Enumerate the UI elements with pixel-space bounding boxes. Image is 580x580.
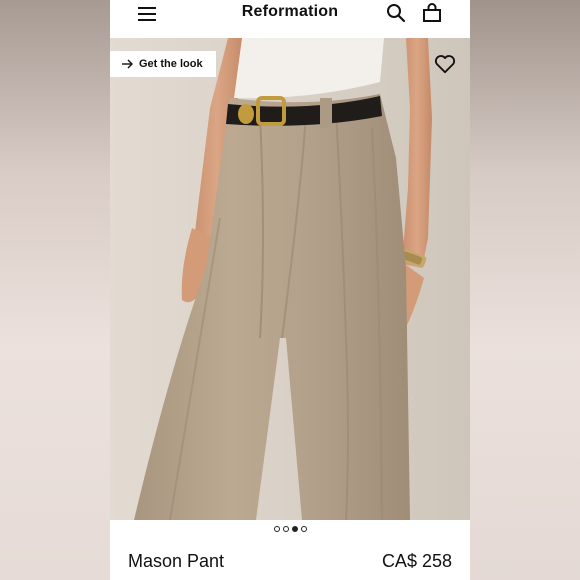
arrow-right-icon — [122, 59, 133, 69]
get-the-look-button[interactable]: Get the look — [110, 51, 216, 77]
carousel-dot[interactable] — [273, 526, 280, 532]
product-photo — [110, 38, 470, 520]
carousel-dot[interactable] — [282, 526, 289, 532]
product-price: CA$ 258 — [381, 551, 452, 571]
backdrop-right — [470, 0, 580, 580]
top-nav-bar: Reformation — [110, 0, 470, 38]
backdrop-left — [0, 0, 110, 580]
carousel-dot[interactable] — [291, 526, 298, 532]
search-icon[interactable] — [386, 3, 406, 23]
heart-icon[interactable] — [434, 54, 456, 74]
carousel-indicator — [110, 526, 470, 536]
product-page: Reformation Get the look Mason Pant CA$ … — [110, 0, 470, 580]
shopping-bag-icon[interactable] — [422, 3, 442, 23]
product-name: Mason Pant — [128, 551, 225, 571]
product-image[interactable]: Get the look — [110, 38, 470, 520]
carousel-dot[interactable] — [300, 526, 307, 532]
brand-logo[interactable]: Reformation — [110, 3, 470, 21]
get-the-look-label: Get the look — [139, 58, 203, 70]
